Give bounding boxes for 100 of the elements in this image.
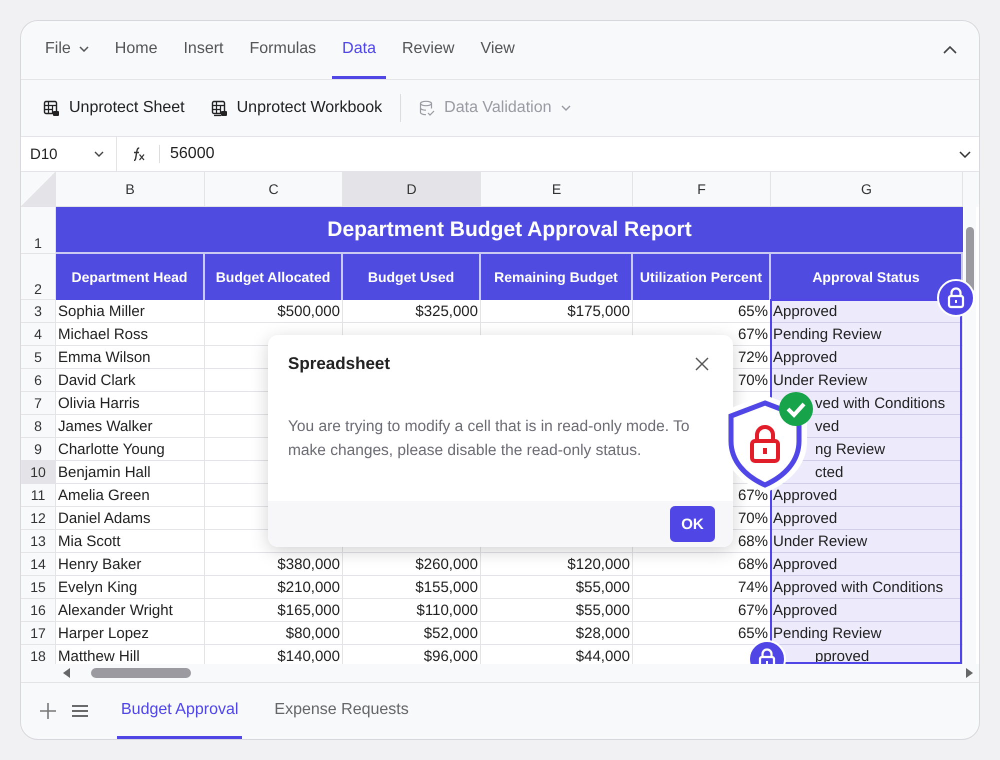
scroll-left-icon[interactable] — [63, 668, 71, 678]
header-cell: Budget Allocated — [205, 254, 343, 300]
file-menu[interactable]: File — [35, 21, 99, 79]
dialog-title: Spreadsheet — [288, 354, 390, 374]
table-cell: Approved — [771, 484, 963, 507]
toolbar-button[interactable]: Unprotect Sheet — [35, 93, 193, 123]
table-lock-icon — [210, 100, 228, 116]
ok-button[interactable]: OK — [670, 506, 715, 542]
report-title: Department Budget Approval Report — [56, 207, 963, 254]
row-header[interactable]: 6 — [21, 369, 56, 392]
table-cell: Approved with Conditions — [771, 576, 963, 599]
table-cell: $120,000 — [481, 553, 633, 576]
table-cell: Alexander Wright — [56, 599, 205, 622]
table-cell: $110,000 — [343, 599, 481, 622]
add-sheet-icon[interactable] — [39, 702, 57, 720]
menu-icon[interactable] — [71, 704, 89, 718]
row-header[interactable]: 18 — [21, 645, 56, 664]
header-cell: Department Head — [56, 254, 205, 300]
row-header[interactable]: 8 — [21, 415, 56, 438]
scroll-right-icon[interactable] — [965, 668, 973, 678]
table-cell: Michael Ross — [56, 323, 205, 346]
row-header[interactable]: 12 — [21, 507, 56, 530]
close-icon[interactable] — [695, 357, 709, 371]
caret-icon — [78, 46, 89, 52]
table-cell: $260,000 — [343, 553, 481, 576]
row-header[interactable]: 3 — [21, 300, 56, 323]
row-header[interactable]: 17 — [21, 622, 56, 645]
table-cell: David Clark — [56, 369, 205, 392]
row-header[interactable]: 15 — [21, 576, 56, 599]
ribbon-tab[interactable]: View — [470, 21, 525, 79]
table-cell: Under Review — [771, 369, 963, 392]
table-cell: Approved — [771, 599, 963, 622]
table-cell: $28,000 — [481, 622, 633, 645]
sheet-tab[interactable]: Budget Approval — [117, 683, 242, 739]
row-header[interactable]: 13 — [21, 530, 56, 553]
table-cell: Henry Baker — [56, 553, 205, 576]
table-cell: $210,000 — [205, 576, 343, 599]
expand-icon[interactable] — [959, 150, 971, 158]
table-cell: 67% — [633, 599, 771, 622]
table-cell: 65% — [633, 300, 771, 323]
table-cell: $52,000 — [343, 622, 481, 645]
table-cell: 74% — [633, 576, 771, 599]
table-cell: Charlotte Young — [56, 438, 205, 461]
table-cell: 68% — [633, 553, 771, 576]
table-cell: $80,000 — [205, 622, 343, 645]
table-cell: Approved — [771, 553, 963, 576]
ribbon-tab[interactable]: Home — [104, 21, 168, 79]
ribbon-tab[interactable]: Insert — [173, 21, 234, 79]
row-header[interactable]: 1 — [21, 207, 56, 254]
table-cell: Amelia Green — [56, 484, 205, 507]
row-header[interactable]: 11 — [21, 484, 56, 507]
table-cell: Sophia Miller — [56, 300, 205, 323]
sheet-tab[interactable]: Expense Requests — [270, 683, 413, 739]
function-icon — [133, 147, 145, 161]
ribbon-tab[interactable]: Formulas — [239, 21, 326, 79]
table-cell: Approved — [771, 346, 963, 369]
caret-icon — [560, 105, 570, 111]
table-cell: Benjamin Hall — [56, 461, 205, 484]
table-cell: $175,000 — [481, 300, 633, 323]
table-cell: $155,000 — [343, 576, 481, 599]
lock-icon[interactable] — [937, 279, 975, 317]
table-cell: $380,000 — [205, 553, 343, 576]
database-check-icon — [419, 100, 436, 116]
ribbon-tab[interactable]: Data — [332, 21, 386, 79]
table-cell: Pending Review — [771, 622, 963, 645]
header-cell: Approval Status — [771, 254, 963, 300]
table-cell: Olivia Harris — [56, 392, 205, 415]
table-cell: Evelyn King — [56, 576, 205, 599]
table-cell: Pending Review — [771, 323, 963, 346]
table-cell: $55,000 — [481, 599, 633, 622]
row-header[interactable]: 4 — [21, 323, 56, 346]
table-cell: Daniel Adams — [56, 507, 205, 530]
row-header[interactable]: 9 — [21, 438, 56, 461]
table-cell: $55,000 — [481, 576, 633, 599]
header-cell: Utilization Percent — [633, 254, 771, 300]
column-header[interactable]: D — [343, 172, 481, 207]
header-cell: Remaining Budget — [481, 254, 633, 300]
header-cell: Budget Used — [343, 254, 481, 300]
dialog-message: You are trying to modify a cell that is in read-only mode. To make changes, please disable the read-only status. — [287, 417, 690, 461]
row-header[interactable]: 14 — [21, 553, 56, 576]
table-cell: $500,000 — [205, 300, 343, 323]
ribbon-tab[interactable]: Review — [392, 21, 464, 79]
table-lock-icon — [43, 100, 60, 116]
table-cell: Emma Wilson — [56, 346, 205, 369]
row-header[interactable]: 10 — [21, 461, 56, 484]
table-cell: Under Review — [771, 530, 963, 553]
table-cell: Harper Lopez — [56, 622, 205, 645]
table-cell: James Walker — [56, 415, 205, 438]
table-cell: Mia Scott — [56, 530, 205, 553]
caret-icon — [94, 151, 104, 157]
toolbar-button[interactable]: Unprotect Workbook — [202, 93, 390, 123]
collapse-icon[interactable] — [943, 46, 957, 54]
table-cell: $165,000 — [205, 599, 343, 622]
formula-input[interactable]: 56000 — [159, 145, 959, 163]
row-header[interactable]: 2 — [21, 254, 56, 300]
row-header[interactable]: 5 — [21, 346, 56, 369]
table-cell: Approved — [771, 507, 963, 530]
row-header[interactable]: 7 — [21, 392, 56, 415]
name-box[interactable]: D10 — [21, 137, 117, 171]
row-header[interactable]: 16 — [21, 599, 56, 622]
